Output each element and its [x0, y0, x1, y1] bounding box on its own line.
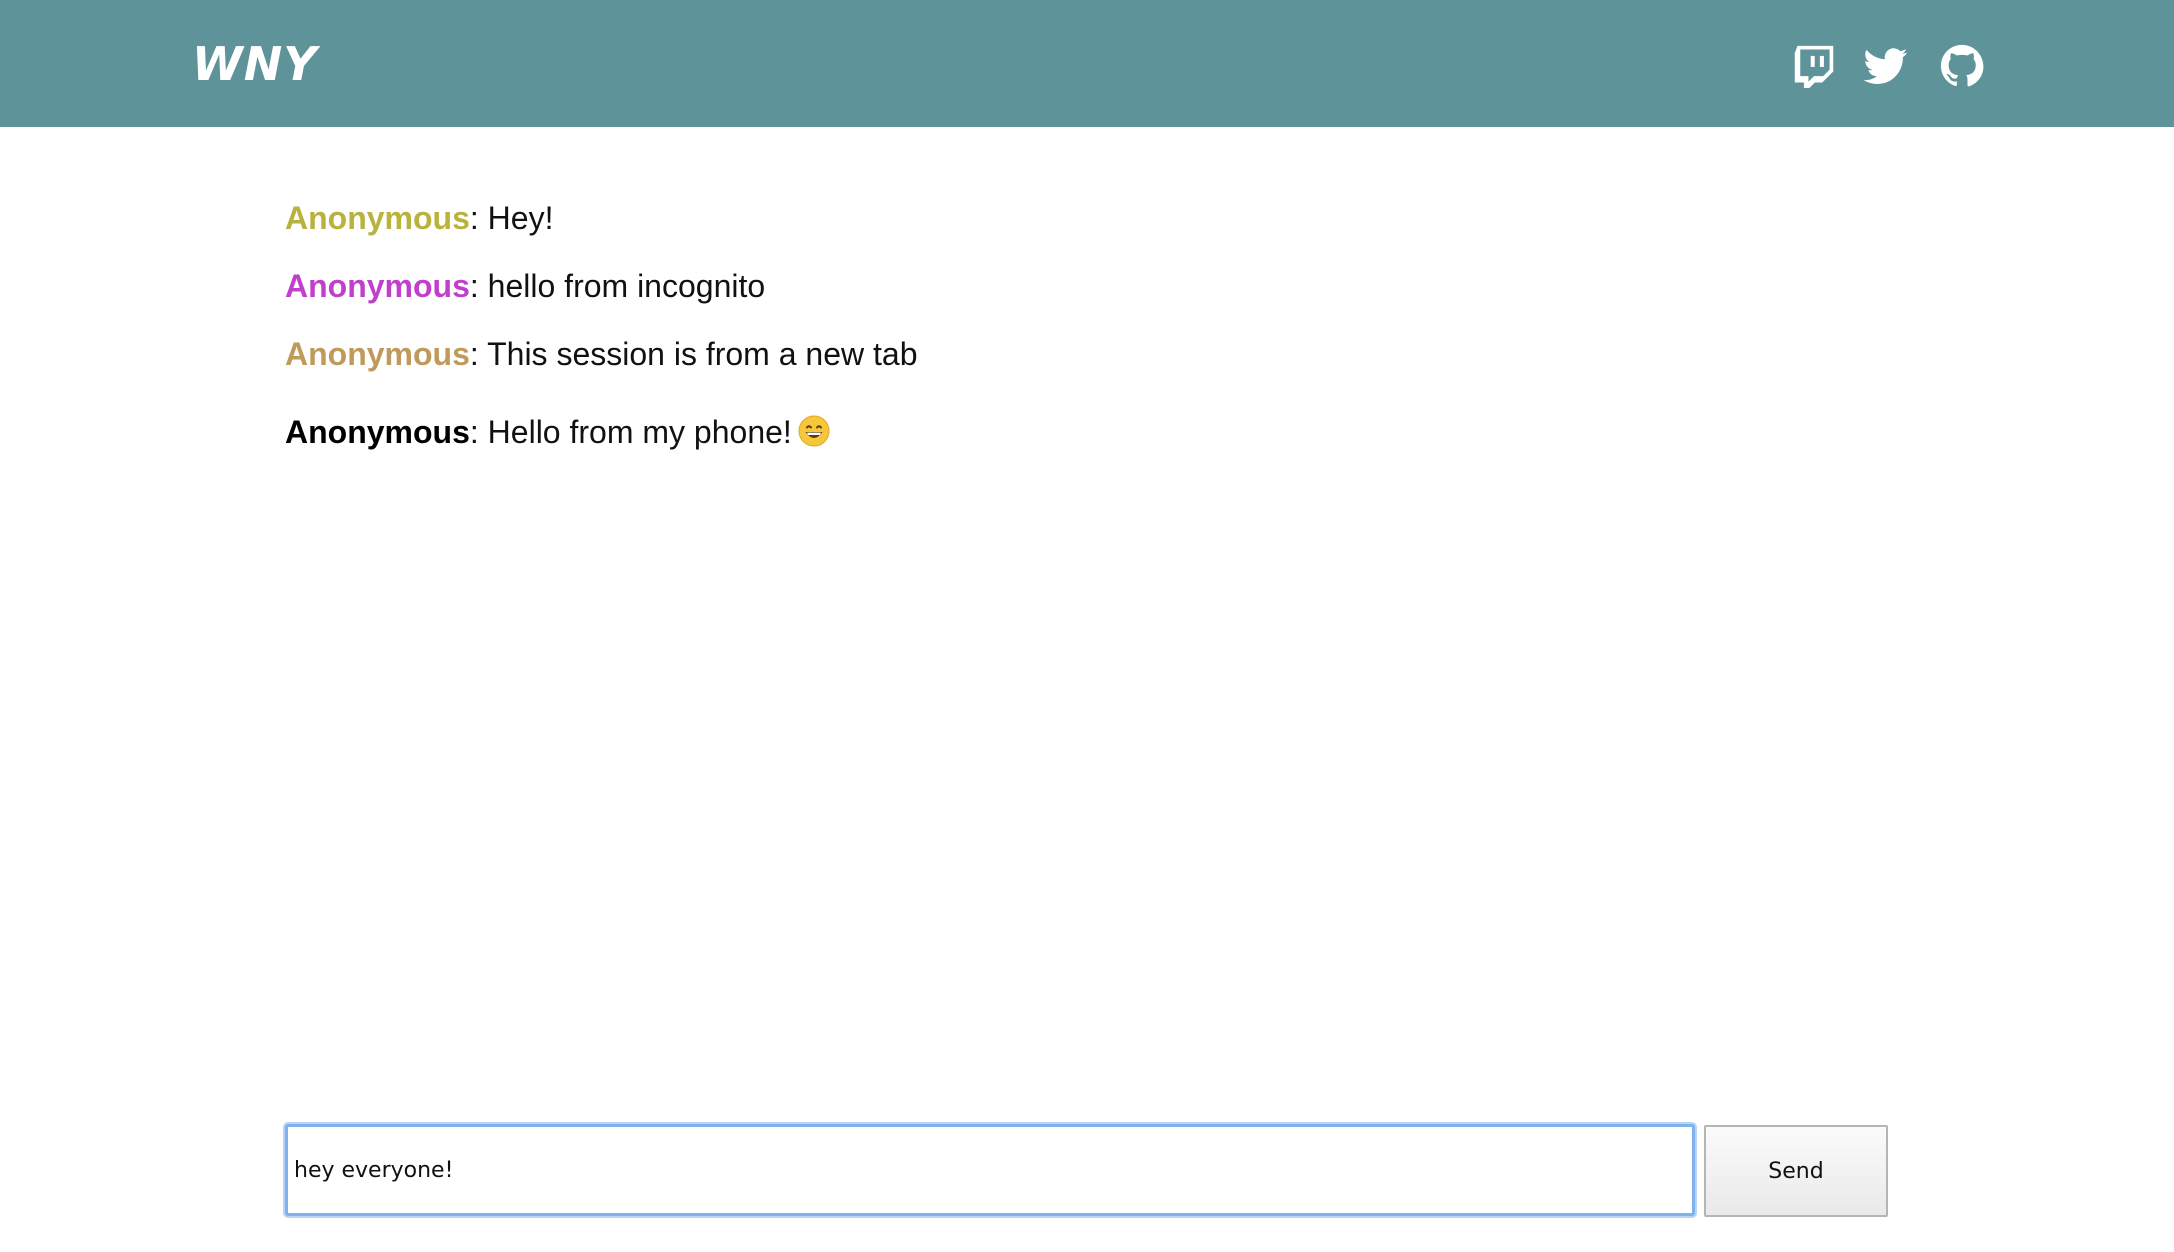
message-item: Anonymous: Hello from my phone!	[285, 412, 830, 452]
message-text: hello from incognito	[478, 268, 766, 304]
send-button[interactable]: Send	[1704, 1125, 1888, 1217]
twitter-link[interactable]	[1864, 44, 1908, 88]
message-username: Anonymous	[285, 268, 470, 304]
message-username: Anonymous	[285, 336, 470, 372]
message-text: Hey!	[478, 200, 554, 236]
message-separator: :	[469, 200, 479, 236]
header-bar: WNY	[0, 0, 2174, 127]
twitter-icon	[1864, 48, 1908, 84]
message-text: This session is from a new tab	[478, 336, 918, 372]
logo[interactable]: WNY	[192, 36, 318, 92]
chat-page: WNY Anonymous: Hey! Anonymous: hello fro…	[0, 0, 2174, 1252]
github-link[interactable]	[1940, 44, 1984, 88]
grinning-face-icon	[798, 415, 830, 447]
github-icon	[1940, 44, 1984, 87]
message-separator: :	[469, 414, 479, 450]
message-separator: :	[469, 268, 479, 304]
message-item: Anonymous: This session is from a new ta…	[285, 334, 917, 374]
message-text: Hello from my phone!	[478, 414, 792, 450]
message-username: Anonymous	[285, 414, 470, 450]
twitch-icon	[1794, 45, 1834, 88]
message-input[interactable]	[285, 1124, 1695, 1216]
message-item: Anonymous: Hey!	[285, 198, 553, 238]
message-separator: :	[469, 336, 479, 372]
message-username: Anonymous	[285, 200, 470, 236]
message-item: Anonymous: hello from incognito	[285, 266, 765, 306]
twitch-link[interactable]	[1792, 44, 1836, 88]
